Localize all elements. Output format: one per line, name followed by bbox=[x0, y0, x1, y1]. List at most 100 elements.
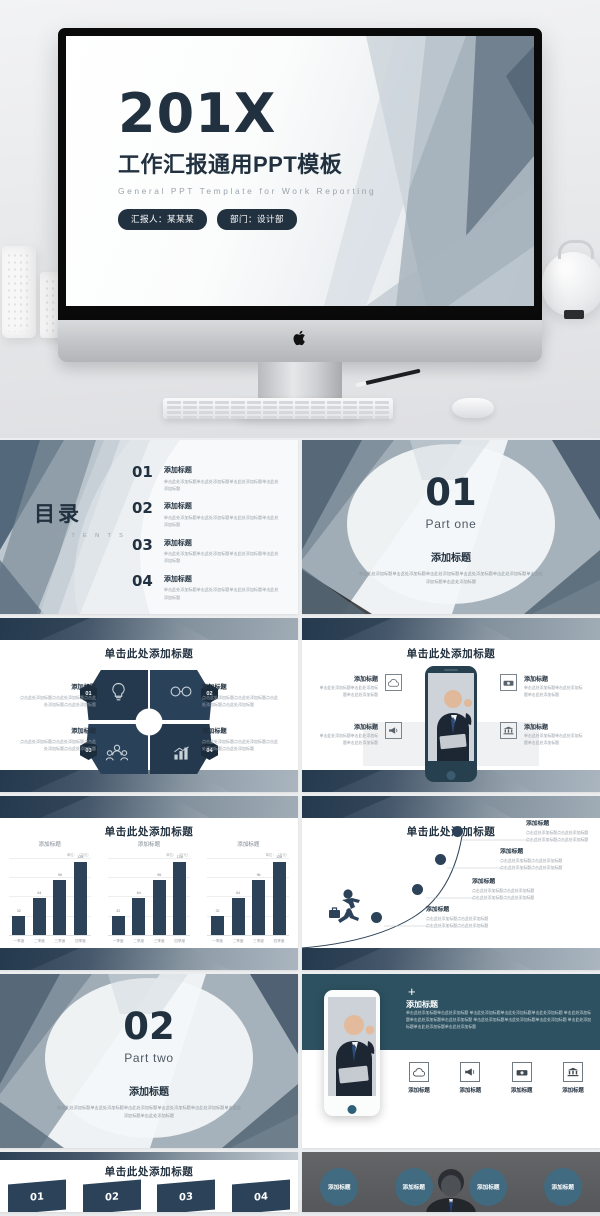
top-band bbox=[0, 618, 298, 640]
part-label: Part two bbox=[124, 1051, 174, 1065]
list-item[interactable]: 03 添加标题 单击此处添加标题单击此处添加标题单击此处添加标题单击此处添加标题 bbox=[132, 537, 282, 565]
contents-item-heading: 添加标题 bbox=[163, 575, 192, 583]
slide-circles[interactable]: 添加标题 添加标题 添加标题 添加标题 bbox=[302, 1152, 600, 1212]
hero-text-block: 201X 工作汇报通用PPT模板 General PPT Template fo… bbox=[118, 87, 376, 230]
slide-phone-features[interactable]: 单击此处添加标题 添加标题 单击此处添加标题单击此处添加标题单击此处添加标题 添… bbox=[302, 618, 600, 792]
contents-item-desc: 单击此处添加标题单击此处添加标题单击此处添加标题单击此处添加标题 bbox=[163, 514, 279, 527]
callout-heading: 添加标题 bbox=[500, 849, 524, 855]
curve-node-2[interactable] bbox=[412, 884, 423, 895]
slide-hexagon[interactable]: 单击此处添加标题 01 02 03 04 添加标题 点击此处添加标题点击此处添加… bbox=[0, 618, 298, 792]
circle-item-3[interactable]: 添加标题 bbox=[469, 1168, 508, 1206]
decor-vase-tall bbox=[2, 246, 36, 338]
contents-item-number: 04 bbox=[132, 571, 153, 590]
bar-value: 128 bbox=[276, 855, 283, 859]
curve-callout-3: 添加标题 点击此处添加标题点击此处添加标题点击此处添加标题点击此处添加标题 bbox=[500, 846, 564, 871]
circle-item-1[interactable]: 添加标题 bbox=[320, 1168, 359, 1206]
dark-icon-label: 添加标题 bbox=[510, 1088, 533, 1094]
contents-item-heading: 添加标题 bbox=[163, 539, 192, 547]
callout-desc: 点击此处添加标题点击此处添加标题点击此处添加标题点击此处添加标题 bbox=[500, 858, 563, 871]
slide-part-two[interactable]: 02 Part two 添加标题 单击此处添加标题单击此处添加标题单击此处添加标… bbox=[0, 974, 298, 1148]
bar: 32 bbox=[211, 909, 225, 935]
hexagon-diagram: 01 02 03 04 bbox=[80, 670, 218, 774]
circle-item-2[interactable]: 添加标题 bbox=[394, 1168, 433, 1206]
bar: 96 bbox=[53, 873, 67, 935]
card-04[interactable]: 04 bbox=[231, 1179, 290, 1212]
curve-node-4[interactable] bbox=[452, 826, 463, 837]
imac-screen: 201X 工作汇报通用PPT模板 General PPT Template fo… bbox=[58, 28, 542, 320]
chart-plot-area: 32 64 96 128 bbox=[207, 855, 290, 936]
hero-subtitle: 工作汇报通用PPT模板 bbox=[118, 151, 343, 177]
list-item[interactable]: 04 添加标题 单击此处添加标题单击此处添加标题单击此处添加标题单击此处添加标题 bbox=[132, 571, 282, 601]
curve-callout-1: 添加标题 点击此处添加标题点击此处添加标题点击此处添加标题点击此处添加标题 bbox=[426, 904, 490, 929]
callout-desc: 点击此处添加标题点击此处添加标题点击此处添加标题点击此处添加标题 bbox=[526, 830, 589, 843]
hexagon-text-02: 添加标题 点击此处添加标题点击此处添加标题点击此处添加标题点击此处添加标题 bbox=[202, 682, 278, 708]
apple-logo-icon bbox=[293, 330, 305, 346]
feature-heading: 添加标题 bbox=[524, 725, 549, 731]
dark-icon-label: 添加标题 bbox=[459, 1088, 482, 1094]
hero-slide: 201X 工作汇报通用PPT模板 General PPT Template fo… bbox=[66, 36, 534, 306]
dark-icon-label: 添加标题 bbox=[562, 1088, 584, 1094]
hexagon-heading: 添加标题 bbox=[202, 728, 227, 735]
list-item[interactable]: 01 添加标题 单击此处添加标题单击此处添加标题单击此处添加标题单击此处添加标题 bbox=[132, 465, 282, 492]
phone-mockup bbox=[324, 990, 380, 1116]
hexagon-heading: 添加标题 bbox=[71, 684, 96, 691]
bar: 128 bbox=[73, 855, 87, 935]
dark-icon-item-3[interactable]: 添加标题 bbox=[501, 1062, 543, 1094]
slide-growth-curve[interactable]: 单击此处添加标题 添加标题 点击此处添加标题点击此处添加标题点击此处添加标题点击… bbox=[302, 796, 600, 970]
phone-feature-01[interactable]: 添加标题 单击此处添加标题单击此处添加标题单击此处添加标题 bbox=[318, 674, 402, 699]
callout-desc: 点击此处添加标题点击此处添加标题点击此处添加标题点击此处添加标题 bbox=[426, 916, 489, 929]
glasses-icon bbox=[170, 686, 192, 697]
circle-item-4[interactable]: 添加标题 bbox=[543, 1168, 582, 1206]
slide-part-one[interactable]: 01 Part one 添加标题 单击此处添加标题单击此处添加标题单击此处添加标… bbox=[302, 440, 600, 614]
part-heading: 添加标题 bbox=[129, 1087, 169, 1098]
curve-node-1[interactable] bbox=[371, 912, 382, 923]
part-two-block: 02 Part two 添加标题 单击此处添加标题单击此处添加标题单击此处添加标… bbox=[0, 1008, 298, 1120]
chart-plot-area: 32 64 96 128 bbox=[107, 855, 190, 936]
slide-dark-feature[interactable]: + 添加标题 单击此处添加标题单击此处添加标题 单击此处添加标题单击此处添加标题… bbox=[302, 974, 600, 1148]
feature-heading: 添加标题 bbox=[353, 725, 378, 731]
megaphone-icon bbox=[385, 722, 402, 739]
bar-value: 64 bbox=[37, 891, 42, 895]
part-number: 02 bbox=[123, 1005, 175, 1048]
contents-title-cn: 目录 bbox=[34, 503, 82, 526]
bar: 32 bbox=[12, 909, 26, 935]
growth-chart-icon bbox=[174, 746, 189, 760]
contents-list: 01 添加标题 单击此处添加标题单击此处添加标题单击此处添加标题单击此处添加标题… bbox=[132, 465, 282, 610]
phone-feature-03[interactable]: 添加标题 单击此处添加标题单击此处添加标题单击此处添加标题 bbox=[500, 674, 584, 699]
bar-value: 32 bbox=[116, 909, 121, 913]
bank-icon bbox=[562, 1062, 583, 1082]
dark-icon-row: 添加标题 添加标题 添加标题 添加标题 bbox=[398, 1062, 594, 1094]
bar-value: 128 bbox=[176, 855, 183, 859]
card-02[interactable]: 02 bbox=[82, 1179, 141, 1212]
phone-feature-04[interactable]: 添加标题 单击此处添加标题单击此处添加标题单击此处添加标题 bbox=[500, 722, 584, 747]
people-icon bbox=[106, 744, 128, 761]
card-01[interactable]: 01 bbox=[8, 1179, 67, 1212]
camera-icon bbox=[511, 1062, 532, 1082]
part-desc: 单击此处添加标题单击此处添加标题单击此处添加标题单击此处添加标题单击此处添加标题… bbox=[358, 571, 544, 584]
dark-icon-item-2[interactable]: 添加标题 bbox=[449, 1062, 491, 1094]
bar-chart-2: 添加标题 单位：（万元） 32 64 96 128 一季度 二季度 三季度 四季… bbox=[107, 840, 190, 944]
chart-x-labels: 一季度 二季度 三季度 四季度 bbox=[112, 939, 186, 943]
bank-icon bbox=[500, 722, 517, 739]
dark-icon-item-1[interactable]: 添加标题 bbox=[398, 1062, 440, 1094]
chart-title: 添加标题 bbox=[137, 842, 161, 848]
dark-icon-item-4[interactable]: 添加标题 bbox=[552, 1062, 594, 1094]
phone-screen-photo bbox=[428, 673, 474, 761]
bar-value: 64 bbox=[236, 891, 241, 895]
slide-row-3: 单击此处添加标题 添加标题 单位：（万元） 32 64 96 128 一季度 二… bbox=[0, 796, 600, 970]
slide-contents[interactable]: 目录 C O N T E N T S 01 添加标题 单击此处添加标题单击此处添… bbox=[0, 440, 298, 614]
slide-bar-charts[interactable]: 单击此处添加标题 添加标题 单位：（万元） 32 64 96 128 一季度 二… bbox=[0, 796, 298, 970]
top-band bbox=[0, 796, 298, 818]
callout-heading: 添加标题 bbox=[526, 821, 550, 827]
hexagon-desc: 点击此处添加标题点击此处添加标题点击此处添加标题点击此处添加标题 bbox=[20, 738, 96, 751]
slide-title: 单击此处添加标题 bbox=[406, 648, 496, 660]
card-03[interactable]: 03 bbox=[157, 1179, 216, 1212]
slide-cards[interactable]: 单击此处添加标题 01 02 03 04 bbox=[0, 1152, 298, 1212]
phone-feature-02[interactable]: 添加标题 单击此处添加标题单击此处添加标题单击此处添加标题 bbox=[318, 722, 402, 747]
bar-chart-group: 添加标题 单位：（万元） 32 64 96 128 一季度 二季度 三季度 四季… bbox=[0, 840, 298, 944]
hexagon-text-01: 添加标题 点击此处添加标题点击此处添加标题点击此处添加标题点击此处添加标题 bbox=[20, 682, 96, 708]
slide-title: 单击此处添加标题 bbox=[104, 826, 194, 838]
contents-item-desc: 单击此处添加标题单击此处添加标题单击此处添加标题单击此处添加标题 bbox=[163, 551, 279, 564]
list-item[interactable]: 02 添加标题 单击此处添加标题单击此处添加标题单击此处添加标题单击此处添加标题 bbox=[132, 501, 282, 528]
curve-node-3[interactable] bbox=[435, 854, 446, 865]
